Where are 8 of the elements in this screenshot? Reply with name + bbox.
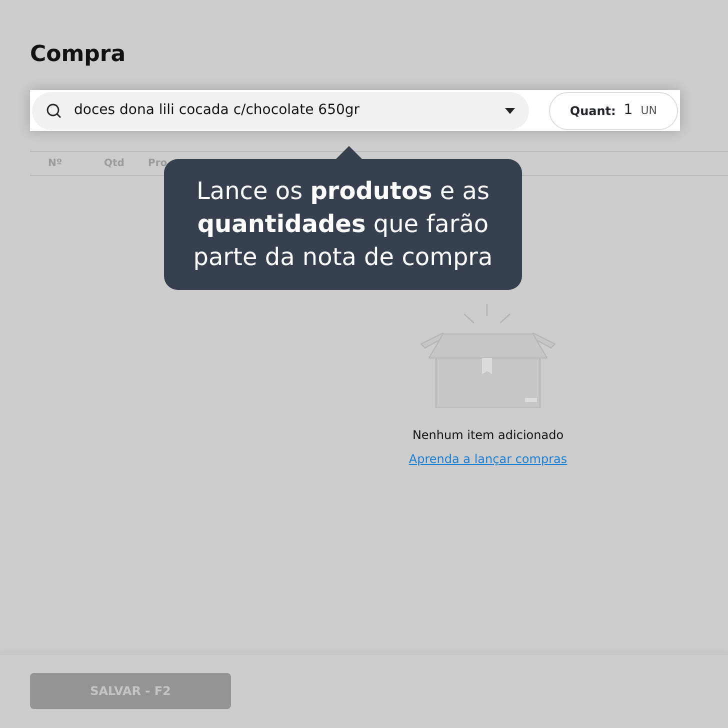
empty-box-icon <box>419 304 557 408</box>
caret-icon[interactable] <box>504 108 515 114</box>
search-icon <box>46 102 62 119</box>
search-input: doces dona lili cocada c/chocolate 650gr <box>72 99 495 122</box>
empty-message: Nenhum item adicionado <box>412 427 564 444</box>
page-title: Compra <box>29 41 127 68</box>
search-field[interactable]: doces dona lili cocada c/chocolate 650gr <box>32 92 529 130</box>
quantity-field[interactable]: Quant: 1 UN <box>548 92 678 130</box>
